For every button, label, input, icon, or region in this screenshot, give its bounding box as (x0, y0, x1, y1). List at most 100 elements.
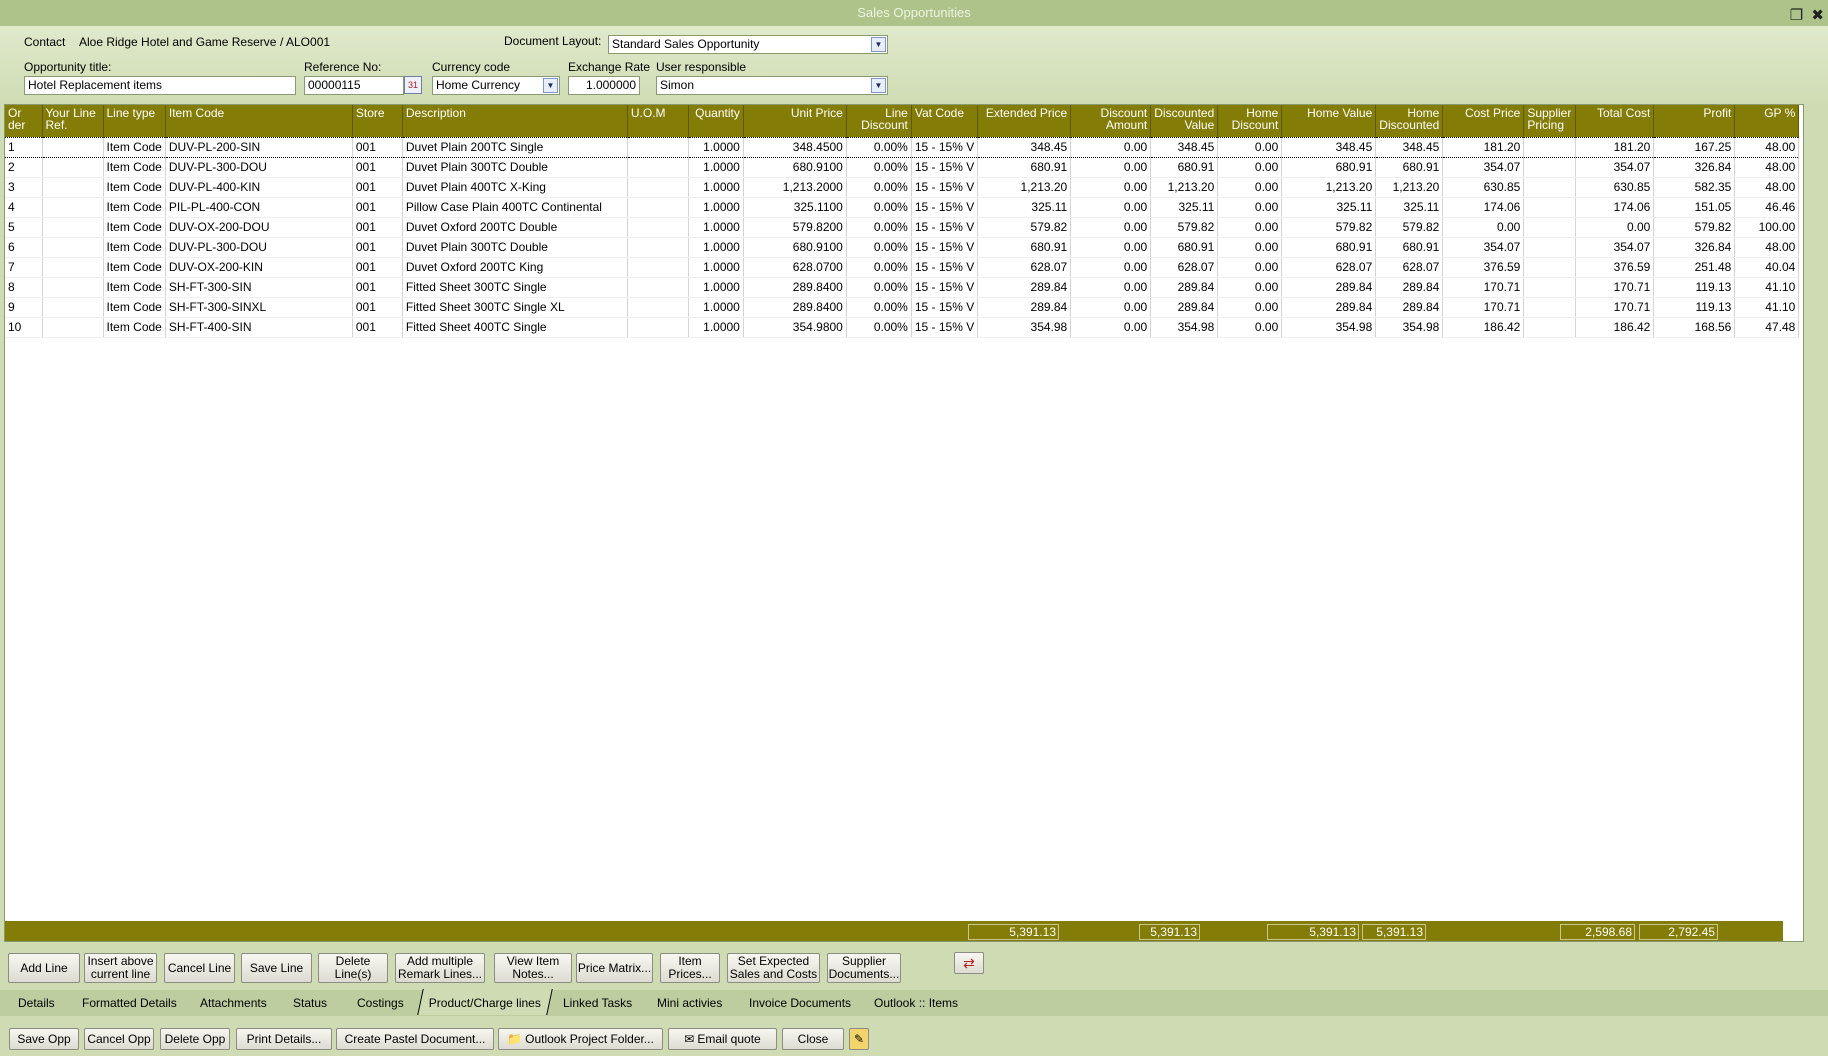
column-header[interactable]: Home Discount (1217, 105, 1283, 137)
column-header[interactable]: Or der (5, 105, 43, 137)
table-cell: 170.71 (1575, 297, 1655, 318)
table-cell (42, 157, 104, 178)
table-row[interactable]: 1 Item Code DUV-PL-200-SIN 001 Duvet Plain 2… (5, 136, 1800, 158)
table-row[interactable]: 9 Item Code SH-FT-300-SINXL 001 Fitted Sheet… (5, 297, 1800, 318)
column-header[interactable]: Quantity (688, 105, 744, 137)
set-expected-sales-button[interactable]: Set Expected Sales and Costs (727, 953, 820, 983)
supplier-documents-button[interactable]: Supplier Documents... (827, 953, 901, 983)
table-row[interactable]: 8 Item Code SH-FT-300-SIN 001 Fitted Sheet 3… (5, 277, 1800, 298)
table-cell: 289.8400 (743, 277, 847, 298)
table-cell: 630.85 (1575, 177, 1655, 198)
exchange-rate-field[interactable]: 1.000000 (568, 76, 640, 95)
currency-label: Currency code (432, 60, 511, 74)
table-cell: 41.10 (1734, 277, 1800, 298)
restore-icon[interactable]: ❐ (1790, 7, 1803, 24)
add-line-button[interactable]: Add Line (8, 953, 80, 983)
delete-opp-button[interactable]: Delete Opp (160, 1028, 230, 1050)
column-header[interactable]: Your Line Ref. (42, 105, 104, 137)
tab-details[interactable]: Details (18, 996, 55, 1010)
tab-product-charge-lines[interactable]: Product/Charge lines (417, 989, 553, 1015)
column-header[interactable]: Store (352, 105, 403, 137)
outlook-project-folder-button[interactable]: 📁 Outlook Project Folder... (498, 1028, 663, 1050)
tab-status[interactable]: Status (293, 996, 327, 1010)
column-header[interactable]: Home Discounted (1375, 105, 1444, 137)
column-header[interactable]: Line type (103, 105, 166, 137)
print-details-button[interactable]: Print Details... (236, 1028, 332, 1050)
tab-invoice-documents[interactable]: Invoice Documents (749, 996, 851, 1010)
close-button[interactable]: Close (782, 1028, 844, 1050)
calendar-icon[interactable]: 31 (404, 76, 422, 94)
table-row[interactable]: 3 Item Code DUV-PL-400-KIN 001 Duvet Plain 4… (5, 177, 1800, 198)
create-pastel-document-button[interactable]: Create Pastel Document... (336, 1028, 494, 1050)
chevron-down-icon[interactable]: ▼ (543, 78, 558, 93)
table-cell: 15 - 15% V (911, 217, 979, 238)
table-cell: 15 - 15% V (911, 136, 979, 158)
tab-mini-activities[interactable]: Mini activies (657, 996, 722, 1010)
table-cell: 1.0000 (688, 197, 744, 218)
cancel-opp-button[interactable]: Cancel Opp (84, 1028, 154, 1050)
table-cell: Duvet Plain 300TC Double (402, 237, 628, 258)
tab-bar: Details Formatted Details Attachments St… (0, 989, 1828, 1016)
currency-value: Home Currency (436, 78, 521, 92)
column-header[interactable]: Home Value (1281, 105, 1377, 137)
column-header[interactable]: Item Code (165, 105, 353, 137)
column-header[interactable]: Total Cost (1575, 105, 1655, 137)
column-header[interactable]: Supplier Pricing (1523, 105, 1577, 137)
table-cell (1523, 197, 1577, 218)
user-responsible-select[interactable]: Simon ▼ (656, 76, 888, 95)
tab-costings[interactable]: Costings (357, 996, 404, 1010)
view-item-notes-button[interactable]: View Item Notes... (494, 953, 572, 983)
document-layout-select[interactable]: Standard Sales Opportunity ▼ (608, 35, 888, 54)
table-cell (1523, 297, 1577, 318)
column-header[interactable]: Extended Price (977, 105, 1072, 137)
table-cell: 001 (352, 136, 403, 158)
table-cell: 579.82 (1375, 217, 1444, 238)
table-row[interactable]: 7 Item Code DUV-OX-200-KIN 001 Duvet Oxford … (5, 257, 1800, 278)
reference-field[interactable]: 00000115 (304, 76, 404, 95)
column-header[interactable]: GP % (1734, 105, 1800, 137)
close-icon[interactable]: ✖ (1811, 7, 1824, 24)
export-icon[interactable]: ⇄ (954, 952, 984, 974)
delete-lines-button[interactable]: Delete Line(s) (318, 953, 388, 983)
column-header[interactable]: Description (402, 105, 628, 137)
opportunity-title-field[interactable]: Hotel Replacement items (24, 76, 296, 95)
tab-linked-tasks[interactable]: Linked Tasks (563, 996, 632, 1010)
add-remark-lines-button[interactable]: Add multiple Remark Lines... (395, 953, 485, 983)
chevron-down-icon[interactable]: ▼ (871, 37, 886, 52)
save-line-button[interactable]: Save Line (241, 953, 312, 983)
table-cell: 174.06 (1442, 197, 1525, 218)
chevron-down-icon[interactable]: ▼ (871, 78, 886, 93)
column-header[interactable]: Cost Price (1442, 105, 1525, 137)
column-header[interactable]: Profit (1653, 105, 1736, 137)
cancel-line-button[interactable]: Cancel Line (164, 953, 235, 983)
table-cell: 001 (352, 197, 403, 218)
insert-above-line-button[interactable]: Insert above current line (84, 953, 157, 983)
email-quote-button[interactable]: ✉ Email quote (668, 1028, 777, 1050)
table-cell: 0.00 (1070, 317, 1152, 338)
column-header[interactable]: Vat Code (911, 105, 979, 137)
save-opp-button[interactable]: Save Opp (9, 1028, 79, 1050)
note-icon[interactable]: ✎ (849, 1028, 869, 1050)
product-lines-grid[interactable]: Or der Your Line Ref. Line type Item Code St… (4, 104, 1804, 942)
column-header[interactable]: U.O.M (627, 105, 689, 137)
total-profit: 2,792.45 (1639, 924, 1718, 940)
column-header[interactable]: Discounted Value (1150, 105, 1219, 137)
table-cell: 628.0700 (743, 257, 847, 278)
tab-attachments[interactable]: Attachments (200, 996, 267, 1010)
tab-outlook-items[interactable]: Outlook :: Items (874, 996, 958, 1010)
table-row[interactable]: 6 Item Code DUV-PL-300-DOU 001 Duvet Plain 3… (5, 237, 1800, 258)
column-header[interactable]: Discount Amount (1070, 105, 1152, 137)
table-cell: 326.84 (1653, 157, 1736, 178)
tab-formatted-details[interactable]: Formatted Details (82, 996, 177, 1010)
currency-select[interactable]: Home Currency ▼ (432, 76, 560, 95)
table-cell: 289.8400 (743, 297, 847, 318)
table-row[interactable]: 10 Item Code SH-FT-400-SIN 001 Fitted Sheet … (5, 317, 1800, 338)
table-row[interactable]: 2 Item Code DUV-PL-300-DOU 001 Duvet Plain 3… (5, 157, 1800, 178)
table-row[interactable]: 4 Item Code PIL-PL-400-CON 001 Pillow Case P… (5, 197, 1800, 218)
table-cell: 354.07 (1575, 237, 1655, 258)
price-matrix-button[interactable]: Price Matrix... (576, 953, 653, 983)
item-prices-button[interactable]: Item Prices... (660, 953, 720, 983)
column-header[interactable]: Unit Price (743, 105, 847, 137)
column-header[interactable]: Line Discount (846, 105, 912, 137)
table-row[interactable]: 5 Item Code DUV-OX-200-DOU 001 Duvet Oxford … (5, 217, 1800, 238)
